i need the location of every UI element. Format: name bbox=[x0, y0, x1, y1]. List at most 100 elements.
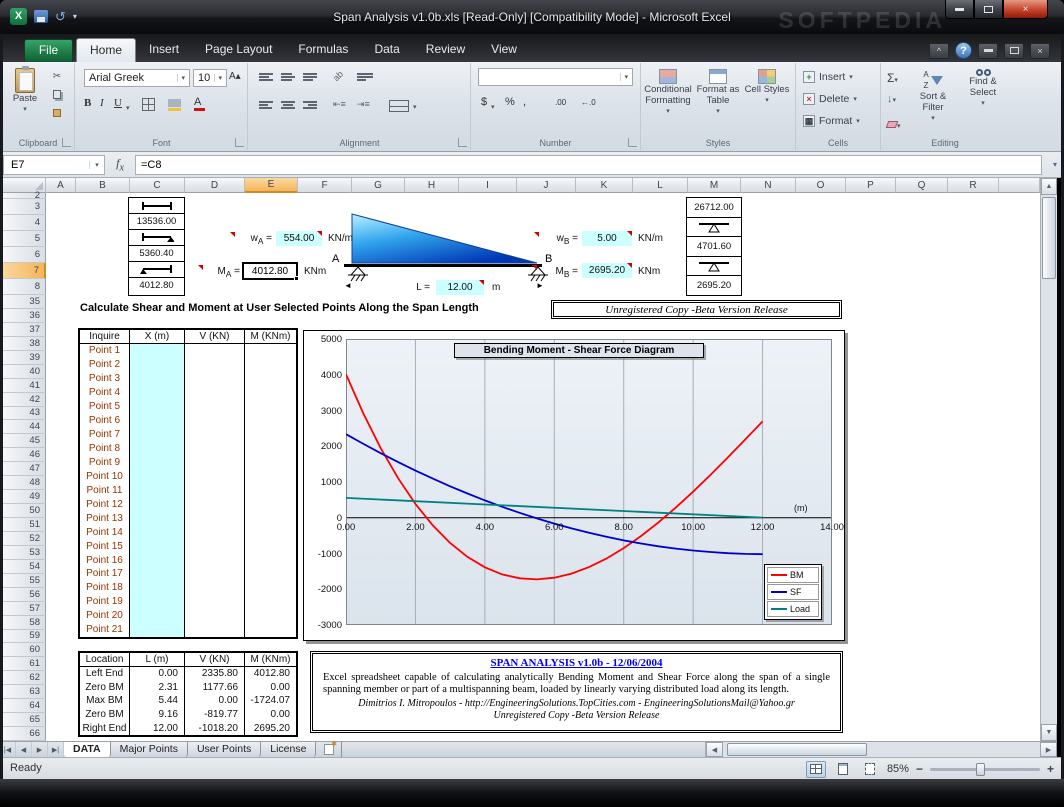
file-tab[interactable]: File bbox=[24, 39, 73, 62]
excel-logo-icon[interactable]: X bbox=[10, 8, 27, 25]
insert-function-button[interactable]: fx bbox=[105, 156, 135, 173]
column-header-M[interactable]: M bbox=[688, 178, 741, 193]
row-header-7[interactable]: 7 bbox=[0, 263, 46, 279]
help-icon[interactable]: ? bbox=[955, 42, 972, 59]
ribbon-tab-data[interactable]: Data bbox=[361, 38, 412, 62]
info-title-link[interactable]: SPAN ANALYSIS v1.0b - 12/06/2004 bbox=[323, 657, 830, 670]
vertical-scrollbar[interactable]: ▲ ▼ bbox=[1040, 178, 1057, 741]
close-button[interactable]: × bbox=[1003, 0, 1048, 19]
align-left-icon[interactable] bbox=[259, 101, 273, 110]
format-as-table-button[interactable]: Format as Table ▾ bbox=[694, 69, 742, 117]
autosum-button[interactable]: Σ▾ bbox=[887, 71, 898, 85]
row-header-48[interactable]: 48 bbox=[0, 476, 46, 491]
orientation-icon[interactable]: ab bbox=[331, 69, 345, 83]
row-header-64[interactable]: 64 bbox=[0, 699, 46, 714]
row-header-37[interactable]: 37 bbox=[0, 322, 46, 337]
name-box[interactable]: E7 ▾ bbox=[3, 154, 105, 175]
row-header-49[interactable]: 49 bbox=[0, 490, 46, 505]
row-header-8[interactable]: 8 bbox=[0, 279, 46, 295]
qat-customize-arrow-icon[interactable]: ▾ bbox=[73, 12, 77, 21]
minimize-ribbon-button[interactable]: ^ bbox=[929, 42, 949, 59]
point-x-input[interactable] bbox=[130, 580, 185, 595]
point-x-input[interactable] bbox=[130, 594, 185, 609]
point-x-input[interactable] bbox=[130, 511, 185, 526]
conditional-formatting-button[interactable]: Conditional Formatting ▾ bbox=[644, 69, 692, 117]
row-header-47[interactable]: 47 bbox=[0, 462, 46, 477]
row-header-46[interactable]: 46 bbox=[0, 448, 46, 463]
row-header-60[interactable]: 60 bbox=[0, 643, 46, 658]
cut-button[interactable]: ✂ bbox=[48, 69, 66, 84]
row-header-40[interactable]: 40 bbox=[0, 364, 46, 379]
scroll-right-icon[interactable]: ▶ bbox=[1040, 742, 1057, 757]
row-header-66[interactable]: 66 bbox=[0, 727, 46, 741]
formula-input[interactable]: =C8 bbox=[135, 154, 1042, 175]
row-header-54[interactable]: 54 bbox=[0, 559, 46, 574]
row-header-45[interactable]: 45 bbox=[0, 434, 46, 449]
align-bottom-icon[interactable] bbox=[303, 73, 317, 82]
sort-filter-button[interactable]: AZ Sort & Filter ▾ bbox=[909, 69, 957, 124]
point-x-input[interactable] bbox=[130, 622, 185, 637]
column-header-Q[interactable]: Q bbox=[896, 178, 948, 193]
next-sheet-button[interactable]: ▶ bbox=[32, 742, 48, 757]
zoom-in-button[interactable]: + bbox=[1047, 762, 1054, 776]
point-x-input[interactable] bbox=[130, 497, 185, 512]
point-x-input[interactable] bbox=[130, 469, 185, 484]
point-x-input[interactable] bbox=[130, 413, 185, 428]
point-x-input[interactable] bbox=[130, 344, 185, 358]
worksheet[interactable]: ABCDEFGHIJKLMNOPQR 2 3 4 5 6 7 8 35 36 37 38 39 40 41… bbox=[0, 178, 1040, 741]
font-name-select[interactable]: Arial Greek ▾ bbox=[84, 69, 190, 87]
column-header-D[interactable]: D bbox=[185, 178, 245, 193]
row-header-38[interactable]: 38 bbox=[0, 336, 46, 351]
delete-cells-button[interactable]: × Delete ▾ bbox=[803, 93, 857, 105]
format-painter-button[interactable] bbox=[48, 105, 66, 120]
column-header-F[interactable]: F bbox=[298, 178, 352, 193]
ribbon-tab-home[interactable]: Home bbox=[76, 38, 137, 62]
right-coefficient-2[interactable]: 4701.60 bbox=[687, 237, 741, 257]
minimize-button[interactable] bbox=[945, 0, 974, 19]
alignment-dialog-launcher-icon[interactable] bbox=[458, 138, 467, 147]
column-header-A[interactable]: A bbox=[46, 178, 76, 193]
fill-button[interactable]: ↓▾ bbox=[887, 93, 896, 105]
font-dialog-launcher-icon[interactable] bbox=[235, 138, 244, 147]
page-break-view-button[interactable] bbox=[860, 761, 880, 778]
underline-arrow-icon[interactable]: ▾ bbox=[126, 101, 130, 113]
column-header-H[interactable]: H bbox=[405, 178, 459, 193]
zoom-out-button[interactable]: − bbox=[916, 762, 923, 776]
increase-decimal-button[interactable]: .00 bbox=[555, 98, 566, 107]
row-header-36[interactable]: 36 bbox=[0, 308, 46, 323]
align-center-icon[interactable] bbox=[281, 101, 295, 110]
horizontal-scrollbar[interactable]: ◀ ▶ bbox=[705, 742, 1057, 757]
row-header-5[interactable]: 5 bbox=[0, 231, 46, 247]
maximize-button[interactable] bbox=[974, 0, 1003, 19]
left-coefficient-panel[interactable]: 13536.00 5360.40 4012.80 bbox=[128, 197, 185, 296]
row-header-52[interactable]: 52 bbox=[0, 531, 46, 546]
row-header-62[interactable]: 62 bbox=[0, 671, 46, 686]
percent-style-button[interactable]: % bbox=[505, 96, 515, 108]
column-header-O[interactable]: O bbox=[796, 178, 846, 193]
align-top-icon[interactable] bbox=[259, 73, 273, 82]
paste-button[interactable]: Paste ▾ bbox=[6, 66, 44, 115]
row-header-39[interactable]: 39 bbox=[0, 350, 46, 365]
column-header-C[interactable]: C bbox=[130, 178, 185, 193]
grow-font-button[interactable]: A▴ bbox=[229, 71, 241, 82]
point-x-input[interactable] bbox=[130, 525, 185, 540]
point-x-input[interactable] bbox=[130, 553, 185, 567]
row-header-42[interactable]: 42 bbox=[0, 392, 46, 407]
decrease-indent-icon[interactable]: ⇤≡ bbox=[333, 99, 346, 110]
fill-handle[interactable] bbox=[294, 276, 299, 281]
number-format-select[interactable]: ▾ bbox=[478, 68, 633, 86]
page-layout-view-button[interactable] bbox=[833, 761, 853, 778]
decrease-decimal-button[interactable]: ←.0 bbox=[581, 98, 596, 107]
ribbon-tab-formulas[interactable]: Formulas bbox=[285, 38, 361, 62]
row-header-3[interactable]: 3 bbox=[0, 199, 46, 215]
sheet-tab-data[interactable]: DATA bbox=[64, 742, 111, 757]
workbook-restore-button[interactable] bbox=[1004, 42, 1024, 59]
increase-indent-icon[interactable]: ⇥≡ bbox=[357, 99, 370, 110]
selected-cell-E7[interactable]: 4012.80 bbox=[242, 262, 299, 281]
column-header-J[interactable]: J bbox=[517, 178, 576, 193]
prev-sheet-button[interactable]: ◀ bbox=[16, 742, 32, 757]
workbook-minimize-button[interactable] bbox=[978, 42, 998, 59]
row-header-41[interactable]: 41 bbox=[0, 378, 46, 393]
left-coefficient-2[interactable]: 5360.40 bbox=[129, 246, 184, 262]
point-x-input[interactable] bbox=[130, 441, 185, 456]
